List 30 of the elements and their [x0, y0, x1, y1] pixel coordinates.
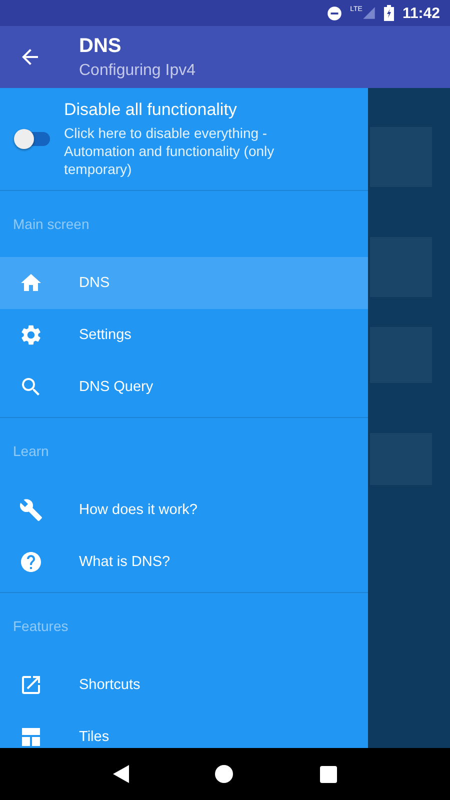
drawer-item[interactable]: How does it work?: [0, 484, 368, 536]
back-triangle-icon: [113, 765, 130, 783]
back-button[interactable]: [113, 765, 130, 783]
home-circle-icon: [215, 765, 234, 783]
toggle-description: Click here to disable everything - Automation and functionality (only temporary): [64, 124, 276, 178]
section-header: Learn: [13, 443, 49, 459]
open-external-icon: [19, 673, 43, 697]
drawer-item[interactable]: Tiles: [0, 711, 368, 748]
app-bar-subtitle: Configuring Ipv4: [79, 62, 196, 80]
section-header: Main screen: [13, 216, 90, 232]
help-icon: [19, 550, 43, 574]
drawer-item[interactable]: What is DNS?: [0, 536, 368, 588]
recents-button[interactable]: [320, 766, 337, 782]
signal-icon: [362, 6, 376, 20]
settings-icon: [19, 323, 43, 347]
drawer-item[interactable]: DNS: [0, 257, 368, 309]
battery-charging-icon: [384, 5, 394, 21]
toggle-switch[interactable]: [14, 129, 50, 149]
section-header: Features: [13, 618, 68, 634]
home-button[interactable]: [215, 765, 234, 783]
toggle-title: Disable all functionality: [64, 100, 238, 120]
wrench-icon: [19, 498, 43, 522]
app-bar-title: DNS: [79, 34, 122, 58]
recents-square-icon: [320, 766, 337, 782]
drawer-item[interactable]: DNS Query: [0, 361, 368, 413]
tiles-icon: [19, 725, 43, 748]
drawer-item[interactable]: Settings: [0, 309, 368, 361]
do-not-disturb-icon: [327, 6, 342, 20]
clock: 11:42: [402, 4, 440, 22]
drawer-item[interactable]: Shortcuts: [0, 659, 368, 711]
